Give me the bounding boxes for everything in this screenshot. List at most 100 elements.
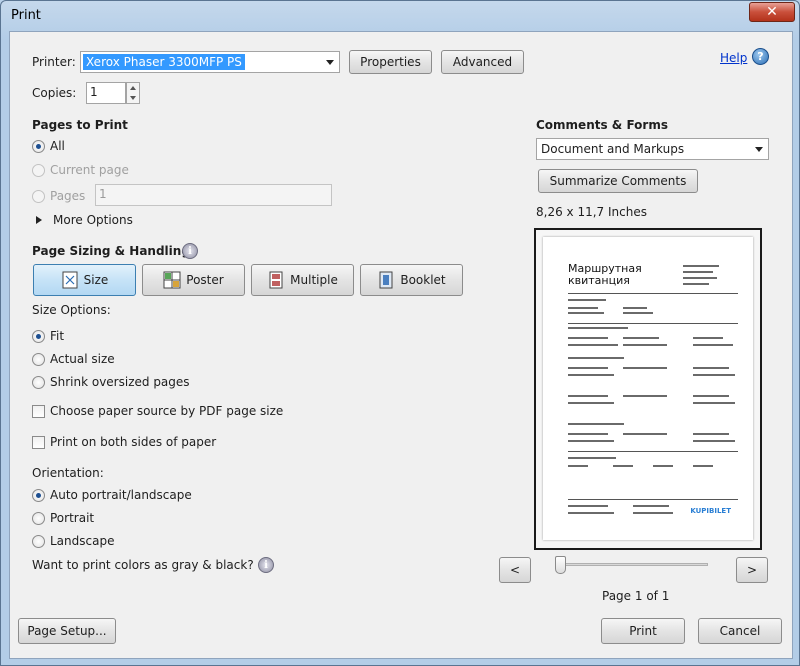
copies-label: Copies: — [32, 86, 77, 100]
properties-button[interactable]: Properties — [349, 50, 432, 74]
preview-text-line — [693, 433, 729, 435]
preview-rule — [568, 499, 738, 500]
preview-text-line — [623, 312, 653, 314]
tab-size-label: Size — [83, 273, 109, 287]
radio-actual-size[interactable]: Actual size — [32, 352, 115, 366]
spin-down-icon[interactable] — [127, 93, 139, 103]
radio-dot — [32, 488, 45, 502]
preview-text-line — [633, 512, 673, 514]
preview-text-line — [568, 344, 618, 346]
printer-label: Printer: — [32, 55, 76, 69]
preview-text-line — [568, 312, 604, 314]
preview-doc-title-line2: квитанция — [568, 274, 630, 287]
preview-text-line — [568, 307, 598, 309]
print-button[interactable]: Print — [601, 618, 685, 644]
checkbox-box — [32, 435, 45, 449]
radio-auto-orientation[interactable]: Auto portrait/landscape — [32, 488, 192, 502]
preview-text-line — [568, 367, 608, 369]
help-icon[interactable]: ? — [752, 48, 769, 65]
chevron-right-icon — [36, 216, 42, 224]
cancel-button[interactable]: Cancel — [698, 618, 782, 644]
preview-rule — [568, 293, 738, 294]
copies-stepper[interactable] — [126, 82, 140, 104]
preview-text-line — [623, 395, 667, 397]
page-slider-thumb[interactable] — [555, 556, 566, 574]
close-icon: ✕ — [766, 4, 778, 20]
preview-text-line — [568, 299, 606, 301]
radio-landscape-label: Landscape — [50, 534, 115, 548]
tab-multiple[interactable]: Multiple — [251, 264, 354, 296]
preview-page: Маршрутная квитанция KUPIBILET — [543, 237, 753, 540]
size-icon — [61, 271, 79, 289]
comments-forms-heading: Comments & Forms — [536, 118, 668, 132]
pages-to-print-heading: Pages to Print — [32, 118, 128, 132]
preview-text-line — [693, 344, 733, 346]
preview-text-line — [693, 367, 729, 369]
printer-select[interactable]: Xerox Phaser 3300MFP PS — [80, 51, 340, 73]
preview-text-line — [568, 465, 588, 467]
page-sizing-heading: Page Sizing & Handling — [32, 244, 190, 258]
radio-portrait[interactable]: Portrait — [32, 511, 94, 525]
preview-text-line — [568, 512, 614, 514]
checkbox-choose-paper-source[interactable]: Choose paper source by PDF page size — [32, 404, 283, 418]
more-options-toggle[interactable]: More Options — [36, 213, 133, 227]
close-button[interactable]: ✕ — [749, 2, 795, 22]
radio-all[interactable]: All — [32, 139, 65, 153]
radio-dot — [32, 329, 45, 343]
page-setup-button[interactable]: Page Setup... — [18, 618, 116, 644]
radio-landscape[interactable]: Landscape — [32, 534, 114, 548]
preview-rule — [568, 451, 738, 452]
copies-input[interactable]: 1 — [86, 82, 126, 104]
orientation-label: Orientation: — [32, 466, 104, 480]
radio-auto-orientation-label: Auto portrait/landscape — [50, 488, 192, 502]
info-icon[interactable]: i — [182, 243, 198, 259]
info-icon[interactable]: i — [258, 557, 274, 573]
radio-all-label: All — [50, 139, 65, 153]
radio-dot — [32, 534, 45, 548]
page-slider-track[interactable] — [558, 563, 708, 566]
radio-fit[interactable]: Fit — [32, 329, 64, 343]
summarize-comments-button[interactable]: Summarize Comments — [538, 169, 698, 193]
radio-pages-label: Pages — [50, 189, 86, 203]
comments-forms-select[interactable]: Document and Markups — [536, 138, 769, 160]
checkbox-print-both-sides[interactable]: Print on both sides of paper — [32, 435, 216, 449]
preview-text-line — [683, 271, 713, 273]
tab-poster[interactable]: Poster — [142, 264, 245, 296]
preview-text-line — [693, 395, 729, 397]
preview-text-line — [568, 457, 616, 459]
radio-portrait-label: Portrait — [50, 511, 95, 525]
chevron-right-icon: > — [746, 563, 758, 577]
radio-dot — [32, 189, 45, 203]
preview-text-line — [653, 465, 673, 467]
preview-text-line — [613, 465, 633, 467]
spin-up-icon[interactable] — [127, 83, 139, 93]
preview-text-line — [568, 357, 624, 359]
preview-text-line — [568, 402, 614, 404]
radio-actual-size-label: Actual size — [50, 352, 115, 366]
preview-text-line — [693, 374, 735, 376]
radio-shrink-oversized-label: Shrink oversized pages — [50, 375, 190, 389]
pages-range-input[interactable]: 1 — [95, 184, 332, 206]
checkbox-box — [32, 404, 45, 418]
preview-text-line — [568, 327, 628, 329]
radio-current-page[interactable]: Current page — [32, 163, 129, 177]
tab-poster-label: Poster — [186, 273, 224, 287]
advanced-button[interactable]: Advanced — [441, 50, 524, 74]
radio-shrink-oversized[interactable]: Shrink oversized pages — [32, 375, 190, 389]
preview-text-line — [623, 344, 667, 346]
next-page-button[interactable]: > — [736, 557, 768, 583]
title-bar[interactable]: Print ✕ — [1, 1, 800, 31]
preview-text-line — [693, 440, 735, 442]
radio-pages[interactable]: Pages — [32, 189, 85, 203]
previous-page-button[interactable]: < — [499, 557, 531, 583]
help-link[interactable]: Help — [720, 51, 747, 65]
tab-booklet[interactable]: Booklet — [360, 264, 463, 296]
tab-multiple-label: Multiple — [290, 273, 338, 287]
more-options-label: More Options — [53, 213, 133, 227]
preview-text-line — [683, 265, 719, 267]
chevron-left-icon: < — [509, 563, 521, 577]
preview-text-line — [568, 395, 608, 397]
preview-text-line — [623, 367, 667, 369]
tab-size[interactable]: Size — [33, 264, 136, 296]
preview-text-line — [568, 374, 614, 376]
